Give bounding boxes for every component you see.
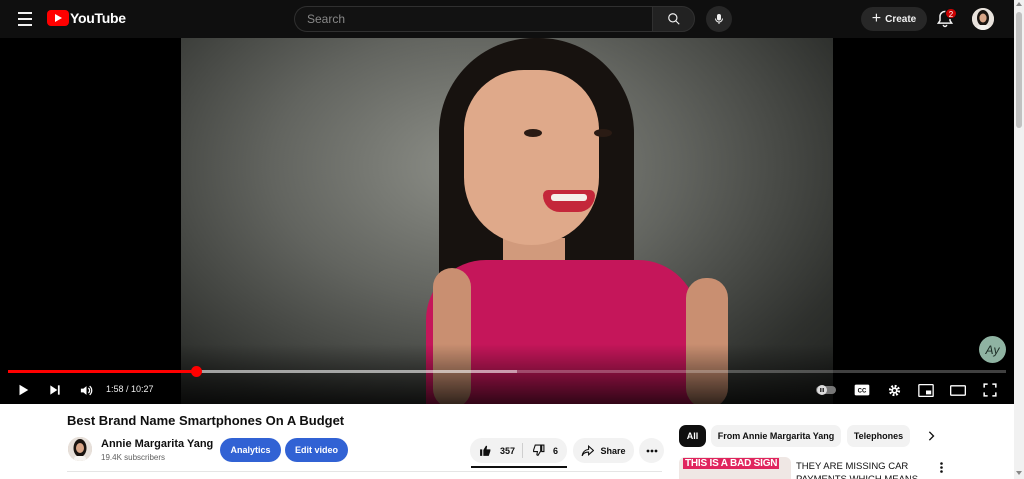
channel-watermark[interactable]: Ay (979, 336, 1006, 363)
chip-all[interactable]: All (679, 425, 706, 447)
play-icon (19, 384, 29, 396)
search-input[interactable] (307, 12, 652, 26)
chip-from-channel[interactable]: From Annie Margarita Yang (711, 425, 841, 447)
share-label: Share (600, 445, 626, 456)
youtube-logo-icon (47, 10, 69, 26)
chips-next-button[interactable] (922, 427, 940, 445)
edit-video-button[interactable]: Edit video (285, 438, 348, 462)
video-player[interactable]: Ay 1:58 / 10:27 CC (0, 38, 1014, 404)
like-dislike-group: 357 6 (470, 438, 567, 463)
subscriber-count: 19.4K subscribers (101, 453, 166, 462)
like-count: 357 (500, 445, 516, 456)
top-bar: YouTube + Create 2 (0, 0, 1014, 38)
recommendation-title[interactable]: THEY ARE MISSING CAR PAYMENTS WHICH MEAN… (796, 460, 926, 479)
description-divider (67, 471, 662, 472)
more-vertical-icon (939, 461, 943, 473)
thumbs-up-icon (480, 445, 491, 456)
page-scrollbar[interactable] (1014, 0, 1024, 479)
plus-icon: + (871, 10, 882, 27)
dislike-count: 6 (553, 445, 559, 456)
search-icon (667, 13, 680, 25)
create-label: Create (885, 13, 917, 25)
autoplay-toggle[interactable] (815, 379, 837, 401)
youtube-logo[interactable]: YouTube (47, 10, 126, 26)
search-button[interactable] (652, 6, 695, 32)
fullscreen-button[interactable] (979, 379, 1001, 401)
volume-button[interactable] (75, 379, 97, 401)
menu-icon[interactable] (14, 8, 36, 30)
captions-button[interactable]: CC (851, 379, 873, 401)
analytics-button[interactable]: Analytics (220, 438, 281, 462)
miniplayer-button[interactable] (915, 379, 937, 401)
channel-name[interactable]: Annie Margarita Yang (101, 438, 213, 450)
channel-avatar[interactable] (68, 437, 92, 461)
search-bar (294, 6, 652, 32)
next-icon (50, 385, 60, 395)
youtube-watch-page: YouTube + Create 2 (0, 0, 1024, 479)
play-button[interactable] (12, 379, 34, 401)
autoplay-toggle-icon (816, 385, 836, 395)
like-underline (471, 466, 567, 468)
create-button[interactable]: + Create (861, 7, 927, 31)
miniplayer-icon (918, 383, 934, 397)
share-button[interactable]: Share (573, 438, 634, 463)
settings-button[interactable] (883, 379, 905, 401)
scroll-up-arrow[interactable] (1016, 2, 1022, 6)
theater-mode-button[interactable] (947, 379, 969, 401)
fullscreen-icon (983, 383, 997, 397)
scroll-thumb[interactable] (1016, 12, 1022, 128)
more-icon (646, 449, 657, 452)
progress-bar[interactable] (8, 366, 1006, 377)
recommendation-thumbnail[interactable]: THIS IS A BAD SIGN (679, 457, 791, 479)
thumbs-down-icon (533, 444, 545, 457)
player-controls: 1:58 / 10:27 CC (0, 376, 1014, 404)
mic-icon (715, 14, 723, 24)
volume-icon (80, 385, 92, 395)
chevron-right-icon (928, 431, 935, 441)
logo-text: YouTube (70, 10, 126, 26)
video-title: Best Brand Name Smartphones On A Budget (67, 413, 345, 428)
theater-icon (950, 384, 966, 396)
captions-icon: CC (854, 384, 870, 396)
notification-badge: 2 (945, 8, 957, 19)
settings-icon (888, 384, 900, 396)
chip-telephones[interactable]: Telephones (847, 425, 910, 447)
thumbnail-text: THIS IS A BAD SIGN (683, 458, 780, 469)
scroll-down-arrow[interactable] (1016, 471, 1022, 475)
more-actions-button[interactable] (639, 438, 664, 463)
share-icon (582, 444, 595, 456)
svg-text:CC: CC (858, 389, 867, 395)
like-button[interactable]: 357 (470, 438, 515, 463)
recommendation-more-button[interactable] (934, 459, 948, 475)
time-display: 1:58 / 10:27 (106, 384, 154, 394)
account-avatar[interactable] (972, 8, 994, 30)
dislike-button[interactable]: 6 (523, 438, 558, 463)
next-button[interactable] (44, 379, 66, 401)
progress-played (8, 370, 196, 373)
voice-search-button[interactable] (706, 6, 732, 32)
